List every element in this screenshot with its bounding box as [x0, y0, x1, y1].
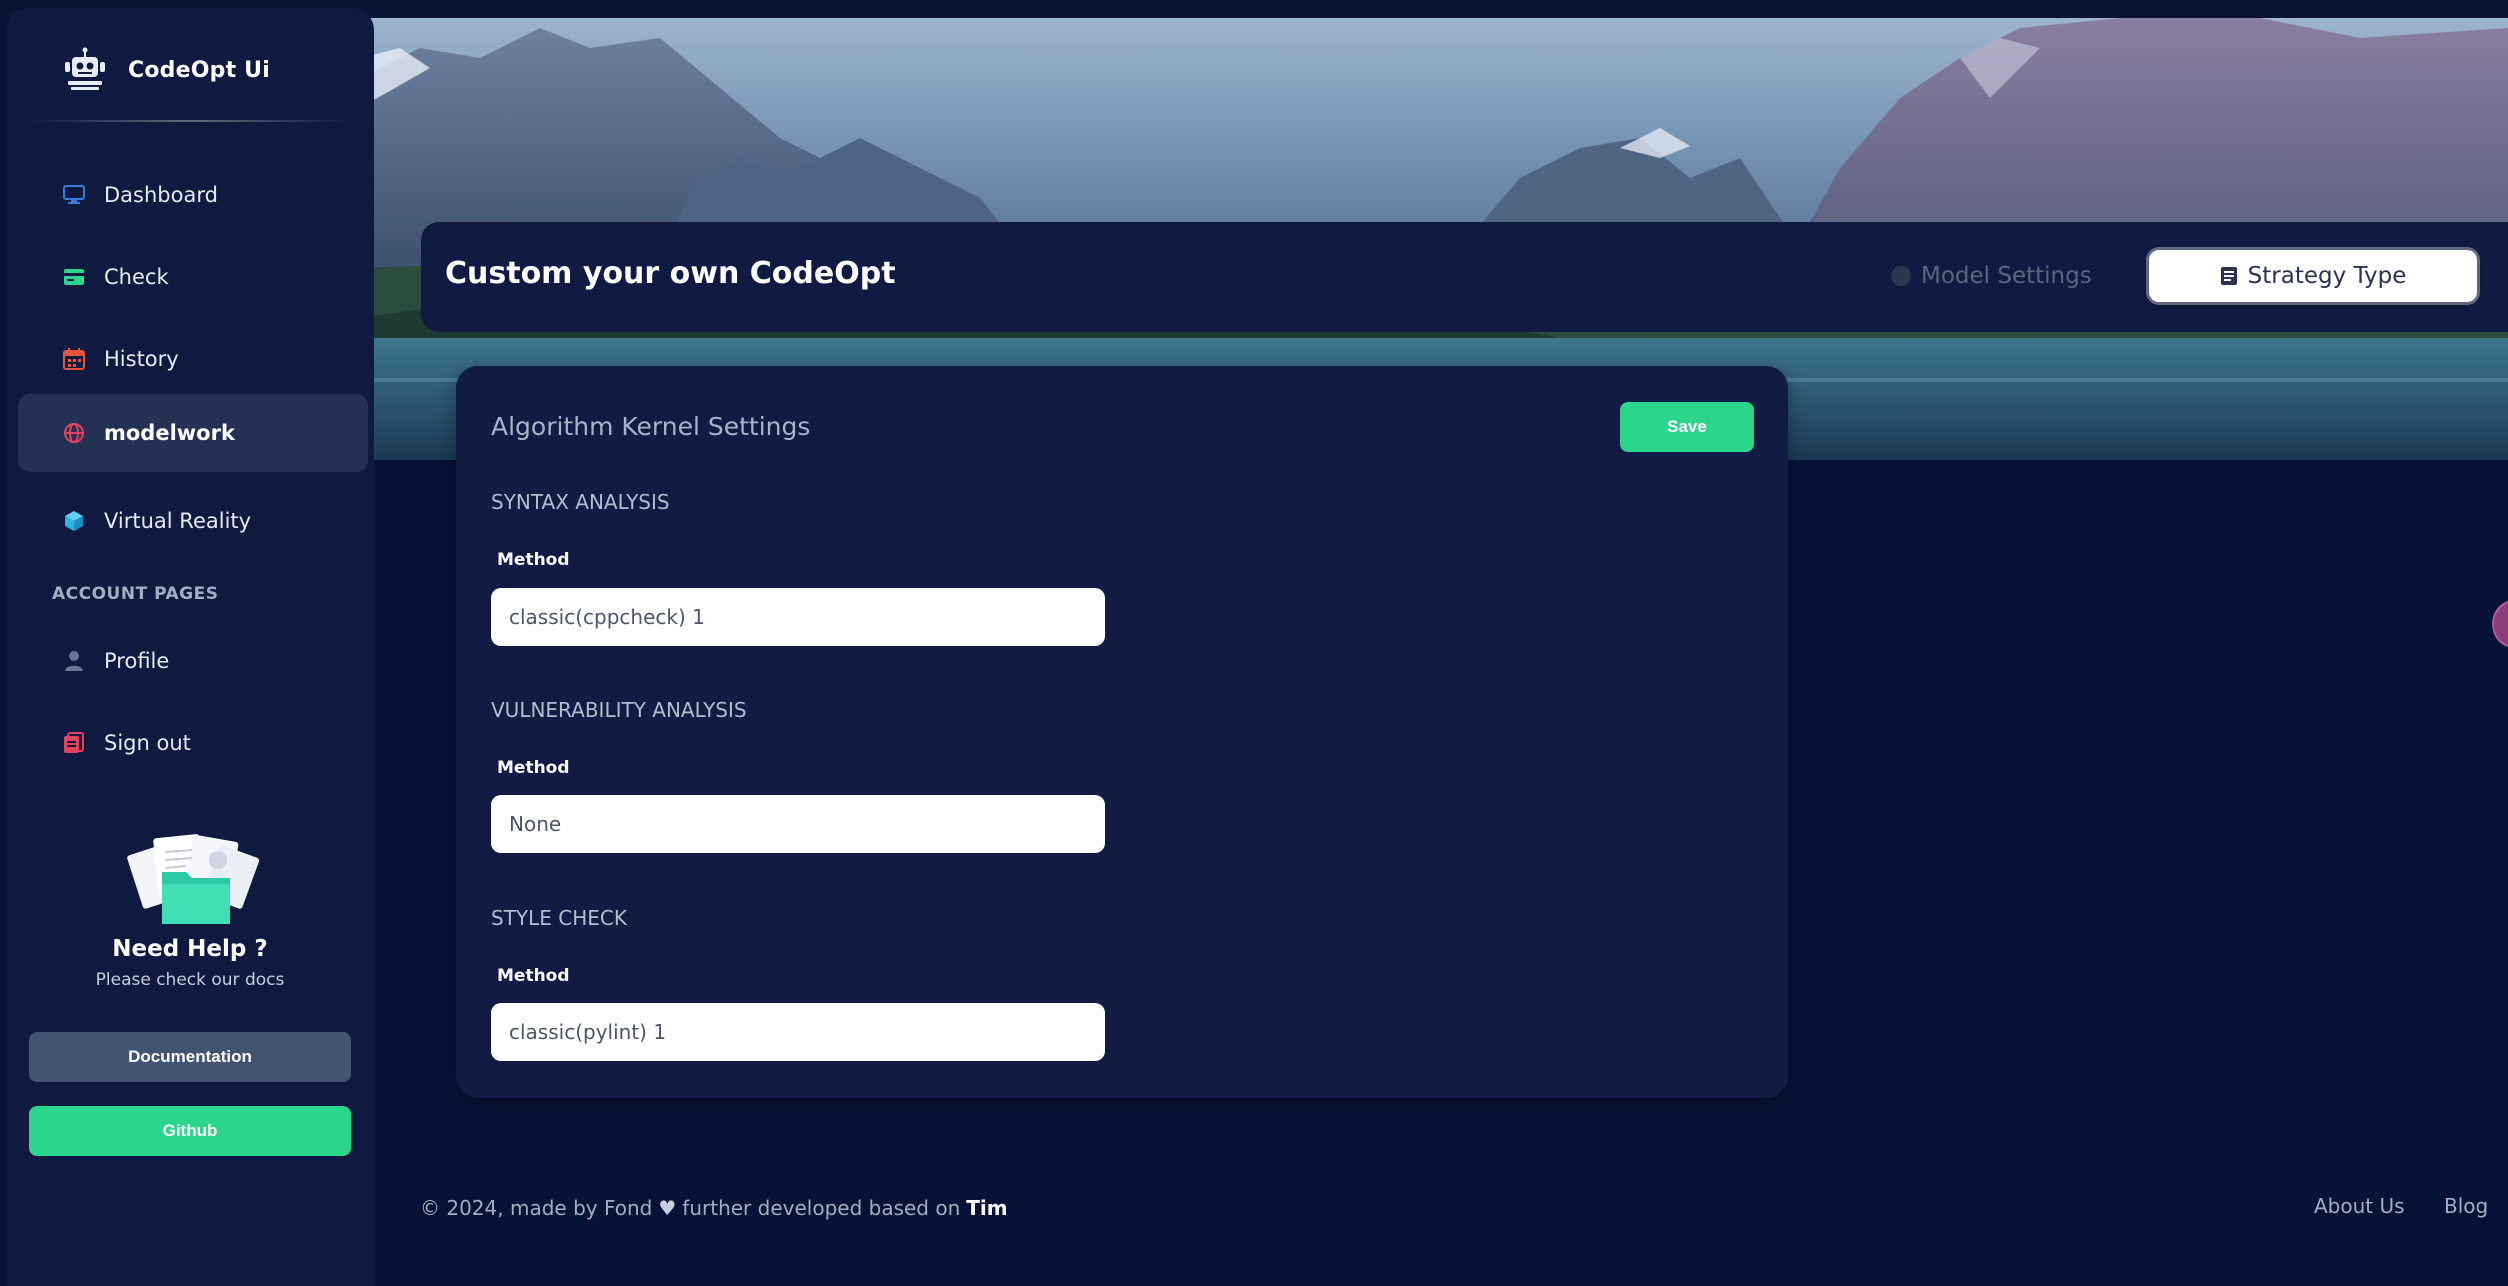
heart-icon: ♥: [658, 1196, 677, 1220]
footer-text-middle: further developed based on: [682, 1196, 961, 1220]
model-settings-icon: [1891, 266, 1911, 286]
tab-label: Strategy Type: [2247, 263, 2407, 289]
sidebar-item-virtual-reality[interactable]: Virtual Reality: [18, 482, 368, 560]
save-button[interactable]: Save: [1620, 402, 1754, 452]
header-card: Custom your own CodeOpt Model Settings S…: [421, 222, 2508, 332]
sidebar-item-modelwork[interactable]: modelwork: [18, 394, 368, 472]
help-title: Need Help ?: [112, 936, 268, 962]
section-label-account-pages: ACCOUNT PAGES: [52, 584, 219, 604]
tab-model-settings[interactable]: Model Settings: [1891, 256, 2092, 296]
monitor-icon: [62, 183, 86, 207]
documents-folder-icon: [127, 834, 260, 924]
sidebar-item-label: modelwork: [104, 421, 235, 445]
brand-name: CodeOpt Ui: [128, 57, 270, 83]
document-icon: [2220, 267, 2237, 285]
syntax-method-select[interactable]: classic(cppcheck) 1: [491, 588, 1105, 646]
floating-chat-bubble[interactable]: [2492, 600, 2508, 648]
sidebar: CodeOpt Ui Dashboard Check History model…: [6, 8, 374, 1286]
footer-credit: © 2024, made by Fond ♥ further developed…: [420, 1196, 1008, 1220]
sign-out-icon: [62, 731, 86, 755]
footer-author-link[interactable]: Tim: [966, 1196, 1007, 1220]
sidebar-item-label: Virtual Reality: [104, 509, 252, 533]
sidebar-item-check[interactable]: Check: [18, 238, 368, 316]
method-label: Method: [497, 550, 570, 570]
algorithm-kernel-settings-card: Algorithm Kernel Settings Save SYNTAX AN…: [456, 366, 1788, 1098]
sidebar-item-label: History: [104, 347, 179, 371]
group-title-syntax-analysis: SYNTAX ANALYSIS: [491, 490, 670, 514]
sidebar-item-profile[interactable]: Profile: [18, 622, 368, 700]
sidebar-item-history[interactable]: History: [18, 320, 368, 398]
footer-link-about-us[interactable]: About Us: [2314, 1194, 2405, 1218]
method-label: Method: [497, 966, 570, 986]
style-check-method-select[interactable]: classic(pylint) 1: [491, 1003, 1105, 1061]
sidebar-item-label: Check: [104, 265, 169, 289]
sidebar-item-label: Sign out: [104, 731, 191, 755]
credit-card-icon: [62, 265, 86, 289]
user-icon: [62, 649, 86, 673]
brand-divider: [28, 120, 352, 122]
tab-strategy-type[interactable]: Strategy Type: [2149, 250, 2477, 302]
help-subtitle: Please check our docs: [95, 970, 285, 990]
tab-label: Model Settings: [1921, 263, 2092, 289]
method-label: Method: [497, 758, 570, 778]
calendar-icon: [62, 347, 86, 371]
footer-text-prefix: © 2024, made by Fond: [420, 1196, 653, 1220]
robot-logo-icon: [65, 47, 105, 90]
globe-icon: [62, 421, 86, 445]
group-title-style-check: STYLE CHECK: [491, 906, 627, 930]
footer-link-blog[interactable]: Blog: [2444, 1194, 2488, 1218]
vulnerability-method-select[interactable]: None: [491, 795, 1105, 853]
brand[interactable]: CodeOpt Ui: [60, 44, 270, 96]
group-title-vulnerability-analysis: VULNERABILITY ANALYSIS: [491, 698, 747, 722]
sidebar-item-label: Profile: [104, 649, 170, 673]
sidebar-item-label: Dashboard: [104, 183, 218, 207]
card-title: Algorithm Kernel Settings: [491, 412, 811, 441]
sidebar-item-sign-out[interactable]: Sign out: [18, 704, 368, 782]
top-bar: [0, 0, 2508, 18]
sidebar-item-dashboard[interactable]: Dashboard: [18, 156, 368, 234]
documentation-button[interactable]: Documentation: [29, 1032, 351, 1082]
cube-icon: [62, 509, 86, 533]
github-button[interactable]: Github: [29, 1106, 351, 1156]
page-title: Custom your own CodeOpt: [445, 256, 896, 291]
